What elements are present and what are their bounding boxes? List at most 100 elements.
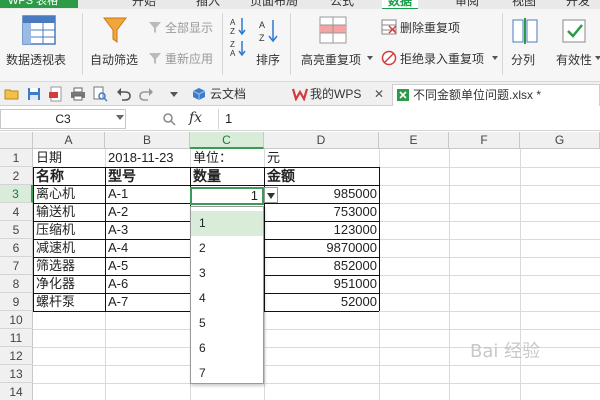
- tab-home[interactable]: 开始: [132, 0, 156, 8]
- print-icon[interactable]: [70, 86, 86, 102]
- formula-bar: C3 fx 1: [0, 107, 600, 131]
- row-header-10[interactable]: 10: [0, 311, 33, 329]
- row-header-2[interactable]: 2: [0, 167, 33, 185]
- close-icon[interactable]: ✕: [374, 84, 384, 104]
- cell-b2[interactable]: 型号: [105, 167, 190, 185]
- row-header-3[interactable]: 3: [0, 185, 33, 203]
- row-header-9[interactable]: 9: [0, 293, 33, 311]
- zoom-icon[interactable]: [162, 112, 176, 126]
- cell-b3[interactable]: A-1: [105, 185, 190, 203]
- cell-a5[interactable]: 压缩机: [33, 221, 105, 239]
- redo-icon[interactable]: [138, 86, 154, 102]
- row-header-1[interactable]: 1: [0, 149, 33, 167]
- dropdown-option[interactable]: 6: [191, 336, 263, 361]
- column-header-b[interactable]: B: [105, 132, 190, 149]
- cell-b9[interactable]: A-7: [105, 293, 190, 311]
- undo-icon[interactable]: [116, 86, 132, 102]
- active-cell-c3[interactable]: 1: [190, 187, 264, 205]
- cell-d1[interactable]: 元: [264, 149, 379, 167]
- dropdown-option[interactable]: 1: [191, 211, 263, 236]
- column-header-c[interactable]: C: [190, 132, 264, 149]
- dropdown-option[interactable]: 5: [191, 311, 263, 336]
- name-box[interactable]: C3: [0, 109, 126, 129]
- cell-a9[interactable]: 螺杆泵: [33, 293, 105, 311]
- print-preview-icon[interactable]: [92, 86, 108, 102]
- cell-a8[interactable]: 净化器: [33, 275, 105, 293]
- tab-page-layout[interactable]: 页面布局: [250, 0, 298, 8]
- row-header-11[interactable]: 11: [0, 329, 33, 347]
- pivot-table-label: 数据透视表: [6, 53, 67, 67]
- column-header-e[interactable]: E: [379, 132, 449, 149]
- sort-ascending-icon: A Z: [230, 18, 246, 36]
- sort-descending-icon: Z A: [230, 40, 246, 57]
- cell-d6[interactable]: 9870000: [264, 239, 379, 257]
- cell-d3[interactable]: 985000: [264, 185, 379, 203]
- tab-data[interactable]: 数据: [382, 0, 419, 9]
- cell-a7[interactable]: 筛选器: [33, 257, 105, 275]
- funnel-small-icon: [149, 22, 161, 33]
- cell-a4[interactable]: 输送机: [33, 203, 105, 221]
- cell-b5[interactable]: A-3: [105, 221, 190, 239]
- insert-function-button[interactable]: fx: [189, 110, 202, 126]
- cell-d5[interactable]: 123000: [264, 221, 379, 239]
- customize-toolbar-chevron-icon[interactable]: [170, 92, 178, 97]
- name-box-chevron-icon[interactable]: [116, 115, 124, 120]
- select-all-corner[interactable]: [0, 132, 33, 149]
- cell-a2[interactable]: 名称: [33, 167, 105, 185]
- wps-logo-icon: [292, 88, 308, 101]
- column-header-f[interactable]: F: [449, 132, 520, 149]
- export-pdf-icon[interactable]: [48, 86, 64, 102]
- table-border: [33, 185, 379, 186]
- cell-b1[interactable]: 2018-11-23: [105, 149, 190, 167]
- tab-review[interactable]: 审阅: [455, 0, 479, 8]
- sort-label: 排序: [256, 53, 281, 67]
- cell-d2[interactable]: 金额: [264, 167, 379, 185]
- row-header-12[interactable]: 12: [0, 347, 33, 365]
- cell-a6[interactable]: 减速机: [33, 239, 105, 257]
- row-header-6[interactable]: 6: [0, 239, 33, 257]
- cell-d7[interactable]: 852000: [264, 257, 379, 275]
- show-all-label: 全部显示: [165, 21, 214, 35]
- tab-view[interactable]: 视图: [512, 0, 536, 8]
- dropdown-option[interactable]: 4: [191, 286, 263, 311]
- validation-dropdown-button[interactable]: [264, 187, 278, 203]
- cell-b8[interactable]: A-6: [105, 275, 190, 293]
- cell-b4[interactable]: A-2: [105, 203, 190, 221]
- tab-developer[interactable]: 开发: [566, 0, 590, 8]
- cell-c1[interactable]: 单位：: [190, 149, 264, 167]
- dropdown-option[interactable]: 2: [191, 236, 263, 261]
- row-header-5[interactable]: 5: [0, 221, 33, 239]
- save-icon[interactable]: [26, 86, 42, 102]
- row-header-14[interactable]: 14: [0, 383, 33, 400]
- table-border: [105, 167, 106, 311]
- doc-tab-cloud[interactable]: 云文档: [190, 84, 282, 106]
- row-header-4[interactable]: 4: [0, 203, 33, 221]
- row-header-13[interactable]: 13: [0, 365, 33, 383]
- cell-d8[interactable]: 951000: [264, 275, 379, 293]
- dropdown-option[interactable]: 3: [191, 261, 263, 286]
- cell-b7[interactable]: A-5: [105, 257, 190, 275]
- cell-d9[interactable]: 52000: [264, 293, 379, 311]
- doc-tab-mywps[interactable]: 我的WPS ✕: [290, 84, 390, 106]
- formula-input[interactable]: 1: [218, 109, 600, 129]
- doc-tab-active-workbook[interactable]: 不同金额单位问题.xlsx *: [392, 84, 600, 106]
- worksheet-grid[interactable]: A B C D E F G 1 2 3 4 5 6 7 8 9 10 11 12…: [0, 132, 600, 400]
- column-header-d[interactable]: D: [264, 132, 379, 149]
- tab-insert[interactable]: 插入: [196, 0, 220, 8]
- open-folder-icon[interactable]: [4, 86, 20, 102]
- svg-text:Z: Z: [230, 27, 235, 36]
- cell-b6[interactable]: A-4: [105, 239, 190, 257]
- row-header-8[interactable]: 8: [0, 275, 33, 293]
- cell-a1[interactable]: 日期: [33, 149, 105, 167]
- column-header-g[interactable]: G: [520, 132, 600, 149]
- dropdown-option[interactable]: 7: [191, 361, 263, 386]
- cell-c2[interactable]: 数量: [190, 167, 264, 185]
- cell-d4[interactable]: 753000: [264, 203, 379, 221]
- table-border: [33, 167, 34, 311]
- tab-formula[interactable]: 公式: [330, 0, 354, 8]
- cell-a3[interactable]: 离心机: [33, 185, 105, 203]
- column-header-a[interactable]: A: [33, 132, 105, 149]
- svg-text:A: A: [230, 18, 236, 27]
- app-menu-button[interactable]: WPS 表格: [0, 0, 78, 8]
- row-header-7[interactable]: 7: [0, 257, 33, 275]
